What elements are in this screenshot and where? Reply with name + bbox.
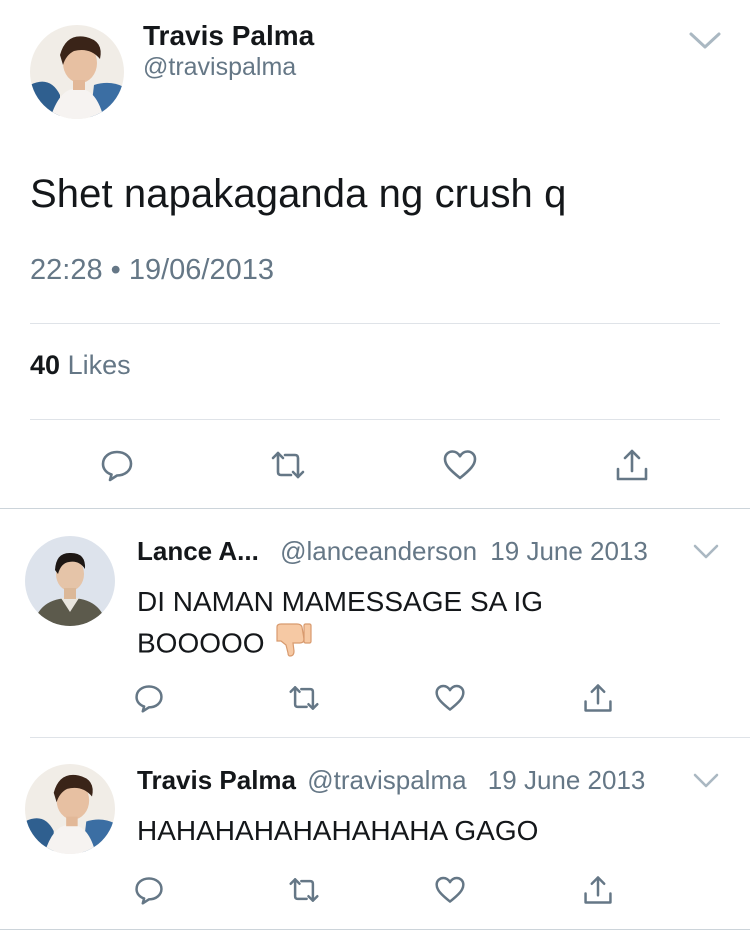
divider — [30, 323, 720, 324]
retweet-icon[interactable] — [270, 447, 306, 483]
reply-author-handle[interactable]: @travispalma — [307, 765, 466, 795]
tweet-time: 22:28 — [30, 254, 103, 286]
chevron-down-icon[interactable] — [688, 30, 722, 52]
reply-author-name[interactable]: Lance A... — [137, 536, 259, 566]
thumbs-down-icon — [273, 621, 313, 669]
reply-author-name[interactable]: Travis Palma — [137, 765, 296, 795]
author-avatar[interactable] — [30, 25, 124, 119]
likes-label: Likes — [67, 350, 131, 380]
tweet-timestamp[interactable]: 22:28 • 19/06/2013 — [30, 254, 274, 287]
like-icon[interactable] — [434, 682, 466, 714]
chevron-down-icon[interactable] — [692, 772, 720, 790]
reply-author-avatar[interactable] — [25, 764, 115, 854]
likes-count: 40 — [30, 350, 61, 380]
reply-header: Travis Palma @travispalma 19 June 2013 — [137, 765, 645, 796]
section-divider — [0, 929, 750, 930]
like-icon[interactable] — [434, 874, 466, 906]
divider — [30, 419, 720, 420]
like-icon[interactable] — [442, 447, 478, 483]
reply-icon[interactable] — [133, 874, 165, 906]
meta-separator: • — [110, 254, 121, 286]
reply-text: DI NAMAN MAMESSAGE SA IG BOOOOO — [137, 583, 657, 669]
share-icon[interactable] — [582, 874, 614, 906]
section-divider — [0, 508, 750, 509]
chevron-down-icon[interactable] — [692, 543, 720, 561]
reply-date[interactable]: 19 June 2013 — [490, 536, 648, 566]
divider — [30, 737, 750, 738]
reply-icon[interactable] — [99, 447, 135, 483]
reply-author-avatar[interactable] — [25, 536, 115, 626]
reply-icon[interactable] — [133, 682, 165, 714]
retweet-icon[interactable] — [288, 682, 320, 714]
likes-stat[interactable]: 40 Likes — [30, 350, 131, 381]
retweet-icon[interactable] — [288, 874, 320, 906]
author-name[interactable]: Travis Palma — [143, 20, 314, 52]
tweet-text: Shet napakaganda ng crush q — [30, 172, 567, 216]
reply-text-content: DI NAMAN MAMESSAGE SA IG BOOOOO — [137, 586, 544, 659]
reply-date[interactable]: 19 June 2013 — [488, 765, 646, 795]
reply-author-handle[interactable]: @lanceanderson — [280, 536, 477, 566]
reply-text-content: HAHAHAHAHAHAHAHA GAGO — [137, 815, 539, 846]
tweet-date: 19/06/2013 — [128, 254, 275, 286]
reply-header: Lance A... @lanceanderson 19 June 2013 — [137, 536, 648, 567]
share-icon[interactable] — [582, 682, 614, 714]
share-icon[interactable] — [614, 447, 650, 483]
author-handle[interactable]: @travispalma — [143, 53, 296, 82]
reply-text: HAHAHAHAHAHAHAHA GAGO — [137, 812, 657, 850]
